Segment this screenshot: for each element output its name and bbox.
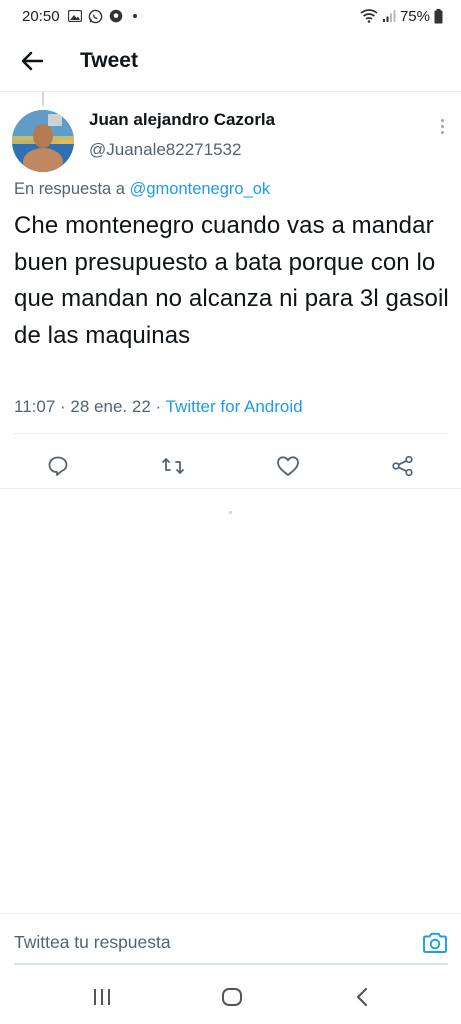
back-icon [356,987,368,1007]
tweet-date: 28 ene. 22 [70,397,151,416]
thread-line [42,92,44,106]
notification-dot [132,14,137,18]
wifi-icon [360,9,378,23]
gallery-icon [67,10,82,22]
reply-underline [14,963,448,965]
tweet-actions [0,444,461,488]
camera-button[interactable] [421,929,449,957]
page-title: Tweet [80,49,138,72]
avatar[interactable] [12,110,74,172]
like-icon [277,456,299,476]
retweet-icon [162,458,184,474]
reply-input[interactable]: Twittea tu respuesta [14,924,394,960]
share-button[interactable] [387,450,419,482]
camera-icon [423,932,447,953]
battery-icon [434,8,443,24]
more-options-button[interactable] [432,114,452,138]
tweet-source-link[interactable]: Twitter for Android [166,397,303,416]
composer-divider [0,913,461,914]
recents-icon [94,989,110,1005]
retweet-button[interactable] [157,450,189,482]
more-dot [440,118,444,122]
status-time: 20:50 [22,7,60,25]
reply-button[interactable] [42,450,74,482]
share-icon [392,455,413,477]
reply-mention-link[interactable]: @gmontenegro_ok [130,180,271,198]
nav-back-button[interactable] [347,984,377,1010]
header: Tweet [0,36,461,86]
author-row: Juan alejandro Cazorla @Juanale82271532 [12,106,452,172]
back-button[interactable] [12,41,52,81]
battery-percent: 75% [399,7,430,25]
more-dot [440,124,444,128]
status-bar: 20:50 75% [0,0,461,32]
header-divider [0,91,461,92]
reply-icon [48,456,68,476]
signal-icon [382,9,396,23]
author-handle[interactable]: @Juanale82271532 [89,140,241,160]
home-icon [222,988,242,1006]
status-right: 75% [360,8,443,25]
meta-divider [14,433,448,434]
whatsapp-icon [88,9,103,24]
like-button[interactable] [272,450,304,482]
more-dot [440,130,444,134]
loading-indicator [229,511,232,514]
arrow-left-icon [21,51,43,71]
recents-button[interactable] [87,984,117,1010]
tweet-meta: 11:07 · 28 ene. 22 · Twitter for Android [14,397,303,417]
reply-prefix: En respuesta a [14,180,125,198]
status-left: 20:50 [22,8,137,25]
meta-separator: · [155,397,162,416]
author-name[interactable]: Juan alejandro Cazorla [89,110,275,130]
tweet-time: 11:07 [14,397,56,416]
tweet-text: Che montenegro cuando vas a mandar buen … [14,212,449,349]
meta-separator: · [60,397,66,416]
system-nav-bar [0,972,461,1024]
actions-divider [0,488,461,489]
reply-to: En respuesta a @gmontenegro_ok [14,180,270,199]
soccer-icon [109,9,123,23]
home-button[interactable] [217,984,247,1010]
